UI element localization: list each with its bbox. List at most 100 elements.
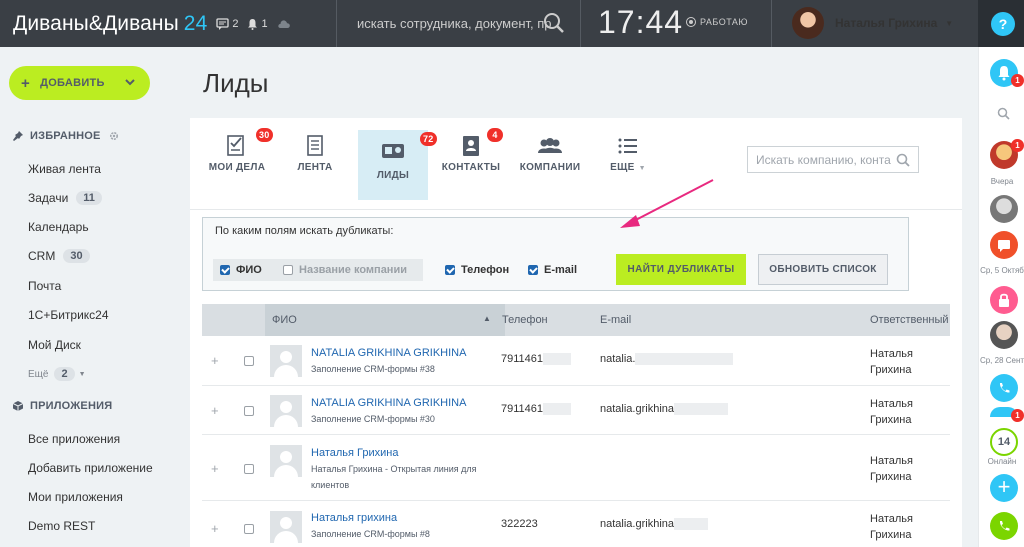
sidebar-item-label: Задачи [28, 191, 69, 205]
table-row[interactable]: + Наталья Грихина Наталья Грихина - Откр… [202, 435, 950, 501]
table-row[interactable]: + NATALIA GRIKHINA GRIKHINA Заполнение C… [202, 386, 950, 435]
sidebar-item-mail[interactable]: Почта [28, 279, 61, 293]
call-button[interactable] [990, 374, 1018, 402]
sidebar-item-demo-rest[interactable]: Demo REST [28, 519, 95, 533]
column-header-email[interactable]: E-mail [600, 314, 631, 326]
lead-name-link[interactable]: Наталья грихина [311, 512, 397, 524]
online-counter[interactable]: 14 [990, 428, 1018, 456]
logo-text: Диваны&Диваны [13, 11, 179, 35]
pin-icon [13, 131, 23, 141]
date-label: Ср, 28 Сент [979, 356, 1024, 365]
counter-badge: 30 [256, 128, 273, 142]
sort-up-icon[interactable]: ▲ [483, 314, 491, 323]
search-icon[interactable] [997, 107, 1010, 120]
checkbox-company-name[interactable]: Название компании [283, 264, 407, 276]
row-checkbox[interactable] [244, 406, 254, 416]
tab-contacts[interactable]: 4 КОНТАКТЫ [438, 128, 504, 186]
tab-leads[interactable]: 72 ЛИДЫ [358, 130, 437, 200]
expand-icon[interactable]: + [211, 353, 219, 368]
add-chat-button[interactable]: + [990, 474, 1018, 502]
refresh-list-button[interactable]: ОБНОВИТЬ СПИСОК [758, 254, 888, 285]
tab-icon-wrap [617, 130, 639, 162]
lead-source: Наталья Грихина - Открытая линия для кли… [311, 464, 477, 490]
tab-feed[interactable]: ЛЕНТА [286, 130, 344, 186]
sidebar-item-label: Почта [28, 279, 62, 293]
responsible[interactable]: Наталья Грихина [870, 453, 913, 485]
clock[interactable]: 17:44 [598, 4, 683, 41]
cloud-status[interactable] [277, 19, 294, 29]
sidebar-item-add-app[interactable]: Добавить приложение [28, 461, 153, 475]
add-button[interactable]: + ДОБАВИТЬ [9, 66, 150, 100]
chevron-down-icon: ▼ [78, 370, 86, 378]
sidebar-item-my-apps[interactable]: Мои приложения [28, 490, 123, 504]
find-duplicates-button[interactable]: НАЙТИ ДУБЛИКАТЫ [616, 254, 746, 285]
expand-icon[interactable]: + [211, 521, 219, 536]
column-header-fio[interactable]: ФИО [272, 314, 297, 326]
checkbox-fio[interactable]: ФИО [220, 264, 262, 276]
sidebar-item-all-apps[interactable]: Все приложения [28, 432, 120, 446]
global-search-input[interactable]: искать сотрудника, документ, пр [357, 0, 579, 47]
counter-badge: 72 [420, 132, 437, 146]
duplicate-panel-title: По каким полям искать дубликаты: [215, 225, 394, 237]
sidebar-item-disk[interactable]: Мой Диск [28, 338, 81, 352]
lead-name-link[interactable]: Наталья Грихина [311, 447, 398, 459]
row-checkbox[interactable] [244, 524, 254, 534]
redacted-block [543, 403, 572, 416]
gear-icon[interactable] [109, 131, 119, 141]
call-green-button[interactable] [990, 512, 1018, 540]
avatar[interactable] [990, 321, 1018, 349]
help-button[interactable]: ? [991, 12, 1015, 36]
notifications-count: 1 [261, 17, 268, 30]
expand-icon[interactable]: + [211, 403, 219, 418]
messages-counter[interactable]: 2 [216, 18, 238, 30]
search-icon[interactable] [896, 153, 910, 167]
crm-search-input[interactable]: Искать компанию, конта [747, 146, 919, 173]
column-header-phone[interactable]: Телефон [502, 314, 548, 326]
apps-section-title[interactable]: ПРИЛОЖЕНИЯ [12, 400, 112, 412]
responsible[interactable]: Наталья Грихина [870, 346, 913, 378]
lead-name-link[interactable]: NATALIA GRIKHINA GRIKHINA [311, 347, 466, 359]
table-row[interactable]: + Наталья грихина Заполнение CRM-формы #… [202, 501, 950, 547]
tab-more[interactable]: ЕЩЕ ▼ [602, 130, 654, 186]
plus-icon: + [21, 74, 31, 92]
redacted-block [635, 353, 734, 366]
responsible[interactable]: Наталья Грихина [870, 396, 913, 428]
avatar [792, 7, 824, 39]
chat-button[interactable] [990, 231, 1018, 259]
column-header-responsible[interactable]: Ответственный [870, 314, 949, 326]
logo[interactable]: Диваны&Диваны 24 [0, 12, 207, 36]
chevron-down-icon [125, 79, 135, 86]
table-row[interactable]: + NATALIA GRIKHINA GRIKHINA Заполнение C… [202, 336, 950, 386]
work-status[interactable]: РАБОТАЮ [686, 17, 748, 27]
table-header: ФИО ▲ Телефон E-mail Ответственный [202, 304, 950, 336]
sidebar-item-calendar[interactable]: Календарь [28, 220, 89, 234]
search-icon[interactable] [543, 12, 565, 34]
document-icon [307, 135, 323, 156]
checkbox-label: Название компании [299, 264, 407, 276]
phone-value: 7911461 [501, 353, 544, 365]
row-checkbox[interactable] [244, 464, 254, 474]
lead-name-link[interactable]: NATALIA GRIKHINA GRIKHINA [311, 397, 466, 409]
sidebar-more[interactable]: Ещё 2 ▼ [28, 367, 86, 381]
favorites-section-title[interactable]: ИЗБРАННОЕ [12, 130, 125, 142]
user-menu[interactable]: Наталья Грихина ▼ [792, 7, 953, 39]
lead-source: Заполнение CRM-формы #30 [311, 414, 435, 424]
avatar[interactable] [990, 195, 1018, 223]
checkbox-phone[interactable]: Телефон [445, 264, 509, 276]
sidebar-item-feed[interactable]: Живая лента [28, 162, 101, 176]
tab-companies[interactable]: КОМПАНИИ [516, 130, 584, 186]
responsible-last: Грихина [870, 529, 912, 541]
sidebar-item-crm[interactable]: CRM 30 [28, 249, 90, 263]
lock-button[interactable] [990, 286, 1018, 314]
tab-my-activities[interactable]: 30 МОИ ДЕЛА [200, 128, 274, 186]
sidebar-item-label: Мои приложения [28, 490, 123, 504]
notifications-counter[interactable]: 1 [247, 17, 268, 30]
sidebar-item-tasks[interactable]: Задачи 11 [28, 191, 102, 205]
responsible[interactable]: Наталья Грихина [870, 511, 913, 543]
expand-icon[interactable]: + [211, 461, 219, 476]
sidebar-item-1c[interactable]: 1С+Битрикс24 [28, 308, 109, 322]
checkbox-email[interactable]: E-mail [528, 264, 577, 276]
lead-source: Заполнение CRM-формы #8 [311, 529, 430, 539]
responsible-first: Наталья [870, 513, 913, 525]
row-checkbox[interactable] [244, 356, 254, 366]
